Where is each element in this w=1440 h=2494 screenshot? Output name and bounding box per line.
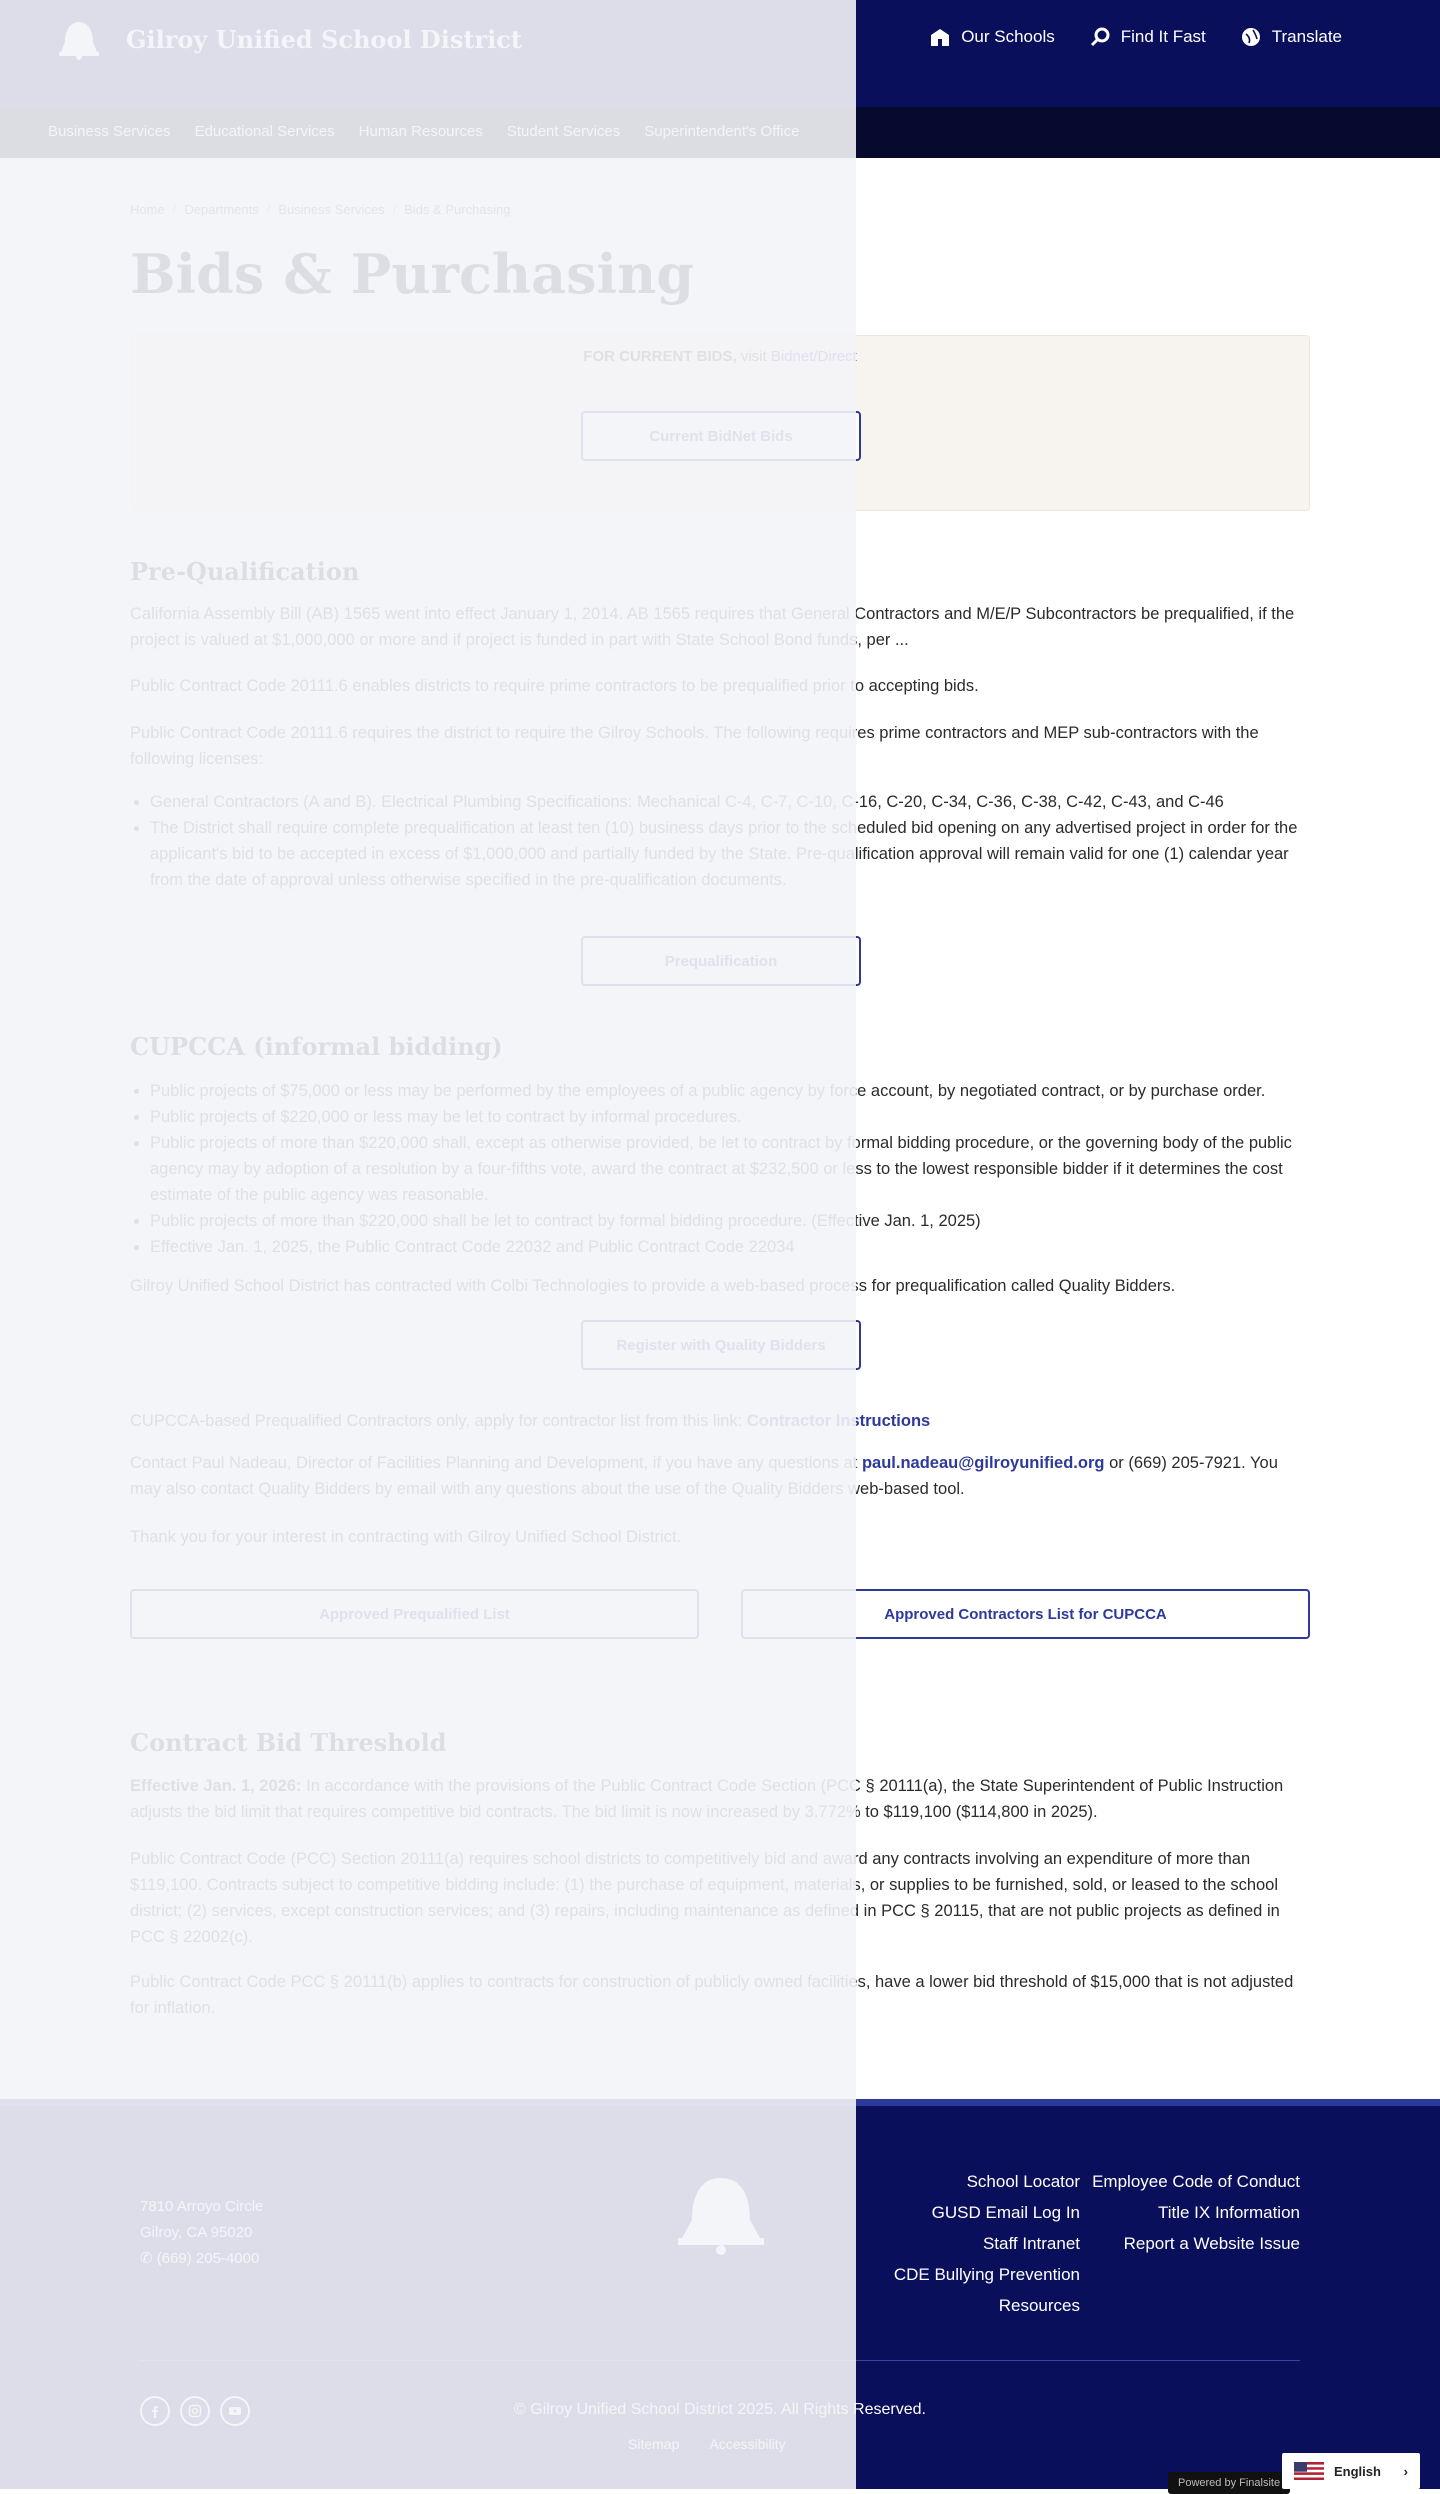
- breadcrumb-separator: /: [266, 202, 271, 217]
- sitemap-link[interactable]: Sitemap: [628, 2436, 679, 2452]
- prequal-list: General Contractors (A and B). Electrica…: [150, 789, 1310, 893]
- language-selector-button[interactable]: English ›: [1282, 2453, 1420, 2489]
- logo[interactable]: Gilroy Unified School District: [56, 18, 522, 60]
- powered-by-badge[interactable]: Powered by Finalsite: [1168, 2472, 1291, 2494]
- threshold-p2: Public Contract Code (PCC) Section 20111…: [130, 1850, 1280, 1946]
- address-line-2: Gilroy, CA 95020: [140, 2224, 253, 2241]
- list-item: Public projects of $220,000 or less may …: [150, 1104, 1310, 1130]
- site-header: Gilroy Unified School District Our Schoo…: [0, 0, 1440, 158]
- contact-email-link[interactable]: paul.nadeau@gilroyunified.org: [862, 1454, 1105, 1472]
- language-label: English: [1334, 2463, 1381, 2479]
- cupcca-p3-text: Contact Paul Nadeau, Director of Facilit…: [130, 1454, 858, 1472]
- breadcrumb-home[interactable]: Home: [130, 202, 165, 217]
- our-schools-link[interactable]: Our Schools: [929, 26, 1055, 48]
- current-bids-prefix: FOR CURRENT BIDS,: [583, 348, 737, 365]
- nav-business-services[interactable]: Business Services: [48, 123, 171, 140]
- list-item: Public projects of $75,000 or less may b…: [150, 1078, 1310, 1104]
- footer-links-col2: Employee Code of Conduct Title IX Inform…: [1092, 2166, 1300, 2259]
- prequalification-button[interactable]: Prequalification: [581, 936, 861, 986]
- cupcca-p2-text: CUPCCA-based Prequalified Contractors on…: [130, 1412, 743, 1430]
- register-quality-bidders-button[interactable]: Register with Quality Bidders: [581, 1320, 861, 1370]
- prequal-p1: California Assembly Bill (AB) 1565 went …: [130, 605, 1295, 649]
- chevron-right-icon: ›: [1403, 2463, 1408, 2479]
- breadcrumb-business-services[interactable]: Business Services: [278, 202, 384, 217]
- footer-bottom-links: Sitemap Accessibility: [628, 2436, 786, 2452]
- magnifier-icon: [1090, 27, 1110, 47]
- breadcrumb: Home / Departments / Business Services /…: [130, 202, 510, 217]
- nav-student-services[interactable]: Student Services: [507, 123, 620, 140]
- bidnet-link[interactable]: Bidnet/Direct: [771, 348, 857, 365]
- footer-link-staff-intranet[interactable]: Staff Intranet: [894, 2228, 1080, 2259]
- breadcrumb-current: Bids & Purchasing: [404, 202, 511, 217]
- accessibility-link[interactable]: Accessibility: [709, 2436, 785, 2452]
- footer-bell-logo-icon: [678, 2178, 764, 2255]
- list-item: Effective Jan. 1, 2025, the Public Contr…: [150, 1234, 1310, 1260]
- current-bids-line: FOR CURRENT BIDS, visit Bidnet/Direct: [130, 348, 1310, 365]
- current-bidnet-bids-button[interactable]: Current BidNet Bids: [581, 411, 861, 461]
- threshold-p1-text: In accordance with the provisions of the…: [130, 1777, 1284, 1821]
- find-it-fast-link[interactable]: Find It Fast: [1089, 26, 1206, 48]
- cupcca-p2: CUPCCA-based Prequalified Contractors on…: [130, 1408, 1310, 1434]
- nav-educational-services[interactable]: Educational Services: [195, 123, 335, 140]
- find-it-fast-label: Find It Fast: [1120, 27, 1206, 46]
- us-flag-icon: [1294, 2462, 1324, 2480]
- phone-text: (669) 205-4000: [156, 2250, 260, 2267]
- site-footer: 7810 Arroyo Circle Gilroy, CA 95020 ✆ (6…: [0, 2099, 1440, 2494]
- nav-superintendents-office[interactable]: Superintendent's Office: [644, 123, 799, 140]
- page-title: Bids & Purchasing: [130, 242, 695, 306]
- prequal-title: Pre-Qualification: [130, 557, 360, 586]
- utility-nav: Our Schools Find It Fast Translate: [929, 26, 1342, 48]
- footer-link-resources[interactable]: Resources: [894, 2290, 1080, 2321]
- threshold-p1: Effective Jan. 1, 2026: In accordance wi…: [130, 1773, 1310, 1825]
- current-bids-visit: visit: [740, 348, 767, 365]
- bell-logo-icon: [59, 22, 99, 60]
- footer-link-school-locator[interactable]: School Locator: [894, 2166, 1080, 2197]
- list-item: Public projects of more than $220,000 sh…: [150, 1208, 1310, 1234]
- footer-link-code-of-conduct[interactable]: Employee Code of Conduct: [1092, 2166, 1300, 2197]
- breadcrumb-departments[interactable]: Departments: [184, 202, 258, 217]
- phone-number[interactable]: ✆ (669) 205-4000: [140, 2246, 263, 2272]
- threshold-title: Contract Bid Threshold: [130, 1728, 447, 1757]
- cupcca-title: CUPCCA (informal bidding): [130, 1032, 503, 1061]
- list-item: Public projects of more than $220,000 sh…: [150, 1130, 1310, 1208]
- footer-address: 7810 Arroyo Circle Gilroy, CA 95020 ✆ (6…: [140, 2194, 263, 2272]
- cupcca-p3: Contact Paul Nadeau, Director of Facilit…: [130, 1450, 1310, 1502]
- cupcca-p4: Thank you for your interest in contracti…: [130, 1528, 682, 1546]
- translate-label: Translate: [1271, 27, 1342, 46]
- translate-link[interactable]: Translate: [1240, 26, 1342, 48]
- footer-divider: [140, 2360, 1300, 2361]
- breadcrumb-separator: /: [392, 202, 397, 217]
- school-icon: [931, 29, 950, 46]
- footer-link-title-ix[interactable]: Title IX Information: [1092, 2197, 1300, 2228]
- contractor-instructions-link[interactable]: Contractor Instructions: [747, 1412, 930, 1430]
- cupcca-p1: Gilroy Unified School District has contr…: [130, 1277, 1176, 1295]
- footer-links-col1: School Locator GUSD Email Log In Staff I…: [894, 2166, 1080, 2321]
- footer-link-cde-bullying[interactable]: CDE Bullying Prevention: [894, 2259, 1080, 2290]
- threshold-p3: Public Contract Code PCC § 20111(b) appl…: [130, 1973, 1294, 2017]
- site-name: Gilroy Unified School District: [126, 24, 522, 54]
- prequal-p2: Public Contract Code 20111.6 enables dis…: [130, 677, 979, 695]
- globe-icon: [1241, 28, 1260, 46]
- our-schools-label: Our Schools: [961, 27, 1055, 46]
- prequal-p3: Public Contract Code 20111.6 requires th…: [130, 724, 1259, 768]
- list-item: The District shall require complete preq…: [150, 815, 1310, 893]
- list-item: General Contractors (A and B). Electrica…: [150, 789, 1310, 815]
- header-top: Gilroy Unified School District Our Schoo…: [0, 0, 1440, 107]
- footer-link-email-login[interactable]: GUSD Email Log In: [894, 2197, 1080, 2228]
- nav-human-resources[interactable]: Human Resources: [359, 123, 483, 140]
- threshold-p1-bold: Effective Jan. 1, 2026:: [130, 1777, 302, 1795]
- copyright-text: © Gilroy Unified School District 2025. A…: [514, 2401, 926, 2418]
- breadcrumb-separator: /: [172, 202, 177, 217]
- approved-contractors-cupcca-button[interactable]: Approved Contractors List for CUPCCA: [741, 1589, 1310, 1639]
- main-nav: Business Services Educational Services H…: [0, 107, 1440, 158]
- address-line-1: 7810 Arroyo Circle: [140, 2198, 264, 2215]
- cupcca-list: Public projects of $75,000 or less may b…: [150, 1078, 1310, 1260]
- approved-prequalified-list-button[interactable]: Approved Prequalified List: [130, 1589, 699, 1639]
- footer-link-report-issue[interactable]: Report a Website Issue: [1092, 2228, 1300, 2259]
